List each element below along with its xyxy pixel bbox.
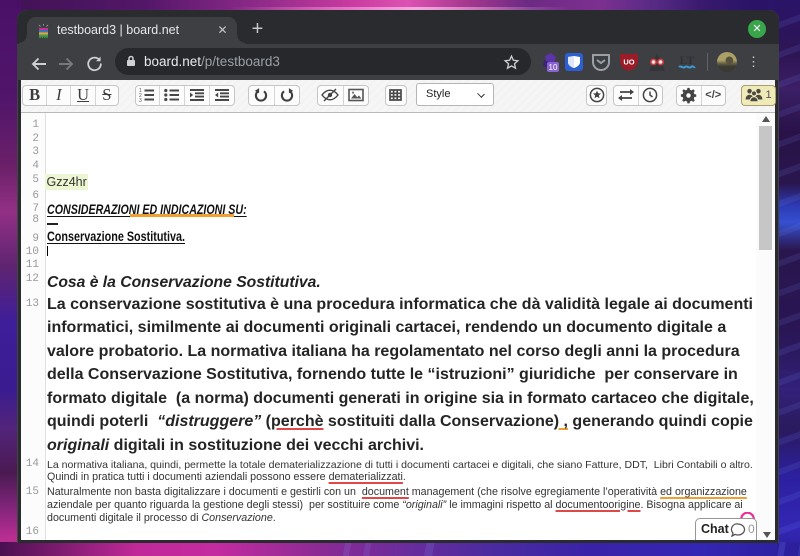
svg-text:UO: UO xyxy=(623,58,634,67)
svg-text:LT: LT xyxy=(680,53,695,67)
svg-text:3: 3 xyxy=(139,98,142,102)
svg-text:10: 10 xyxy=(549,63,558,72)
